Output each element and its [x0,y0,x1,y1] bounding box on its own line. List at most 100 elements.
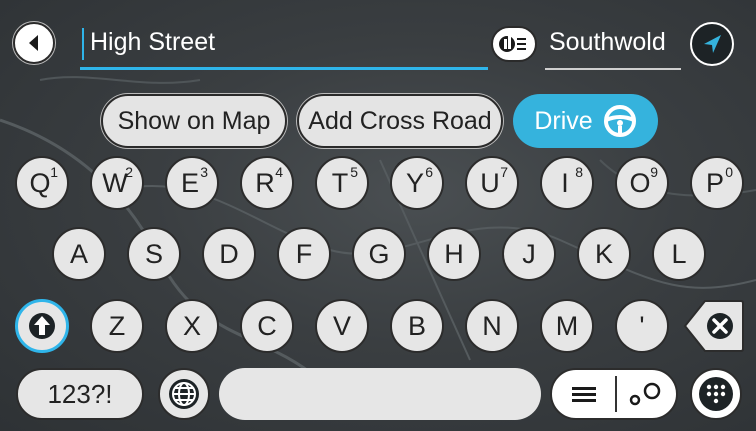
key-s[interactable]: S [127,227,181,281]
add-cross-road-button[interactable]: Add Cross Road [297,94,503,148]
key-o[interactable]: O9 [615,156,669,210]
area-search-value: Southwold [549,28,666,56]
key-label: N [482,310,502,341]
key-label: H [444,238,464,269]
key-number-hint: 4 [275,164,283,180]
street-search-input[interactable]: High Street [80,18,488,70]
back-button[interactable] [13,22,55,64]
key-w[interactable]: W2 [90,156,144,210]
key-number-hint: 9 [650,164,658,180]
key-number-hint: 0 [725,164,733,180]
area-search-input[interactable]: Southwold [545,18,681,70]
key-e[interactable]: E3 [165,156,219,210]
add-cross-road-label: Add Cross Road [308,106,492,135]
key-h[interactable]: H [427,227,481,281]
route-icon [629,382,661,406]
key-v[interactable]: V [315,299,369,353]
key-k[interactable]: K [577,227,631,281]
keypad-button[interactable] [690,368,742,420]
key-a[interactable]: A [52,227,106,281]
key-x[interactable]: X [165,299,219,353]
key-label: J [522,238,536,269]
key-label: ' [639,310,645,341]
current-location-button[interactable] [690,22,734,66]
key-p[interactable]: P0 [690,156,744,210]
key-label: D [219,238,239,269]
shift-key[interactable] [15,299,69,353]
key-label: L [671,238,687,269]
key-r[interactable]: R4 [240,156,294,210]
language-key[interactable] [158,368,210,420]
key-label: E [180,167,199,198]
key-n[interactable]: N [465,299,519,353]
key-label: T [331,167,349,198]
key-label: B [407,310,426,341]
key-label: S [144,238,163,269]
backspace-icon [707,313,733,339]
backspace-key[interactable] [683,299,745,353]
navigation-arrow-icon [704,35,721,53]
key-label: R [255,167,275,198]
key-label: Q [29,167,51,198]
key-label: A [69,238,88,269]
key-number-hint: 7 [500,164,508,180]
key-z[interactable]: Z [90,299,144,353]
shift-arrow-icon [29,313,55,339]
drive-label: Drive [534,106,593,135]
search-field-underline [80,67,488,70]
street-search-value: High Street [90,28,216,56]
key-label: K [594,238,613,269]
key-m[interactable]: M [540,299,594,353]
show-on-map-button[interactable]: Show on Map [101,94,287,148]
key-c[interactable]: C [240,299,294,353]
key-j[interactable]: J [502,227,556,281]
key-label: Y [405,167,424,198]
key-q[interactable]: Q1 [15,156,69,210]
space-key[interactable] [219,368,541,420]
key-label: F [295,238,313,269]
search-screen: High Street Southwold Show on Map Add Cr… [0,0,756,431]
city-icon [499,36,526,52]
toggle-divider [615,376,617,412]
numbers-key-label: 123?! [47,378,113,409]
list-icon [572,387,596,402]
key-label: G [368,238,390,269]
key-i[interactable]: I8 [540,156,594,210]
key-label: V [332,310,351,341]
numbers-symbols-key[interactable]: 123?! [16,368,144,420]
text-cursor [82,28,84,60]
key-l[interactable]: L [652,227,706,281]
key-label: O [629,167,651,198]
area-type-button[interactable] [491,26,537,62]
key-label: Z [108,310,126,341]
key-number-hint: 2 [125,164,133,180]
steering-wheel-icon [603,105,636,137]
key-label: X [182,310,201,341]
key-label: C [257,310,277,341]
list-map-view-toggle[interactable] [550,368,678,420]
key-label: U [480,167,500,198]
key-b[interactable]: B [390,299,444,353]
show-on-map-label: Show on Map [117,106,271,135]
area-field-underline [545,68,681,70]
key-label: M [555,310,579,341]
key-number-hint: 1 [50,164,58,180]
key-f[interactable]: F [277,227,331,281]
key-number-hint: 3 [200,164,208,180]
key-d[interactable]: D [202,227,256,281]
key-apostrophe[interactable]: ' [615,299,669,353]
key-number-hint: 5 [350,164,358,180]
key-y[interactable]: Y6 [390,156,444,210]
globe-icon [169,379,199,409]
keypad-icon [699,377,733,411]
key-t[interactable]: T5 [315,156,369,210]
key-number-hint: 8 [575,164,583,180]
key-u[interactable]: U7 [465,156,519,210]
key-label: I [561,167,569,198]
arrow-left-icon [29,35,38,51]
drive-button[interactable]: Drive [513,94,658,148]
key-label: P [705,167,724,198]
key-label: W [102,167,128,198]
key-g[interactable]: G [352,227,406,281]
key-number-hint: 6 [425,164,433,180]
